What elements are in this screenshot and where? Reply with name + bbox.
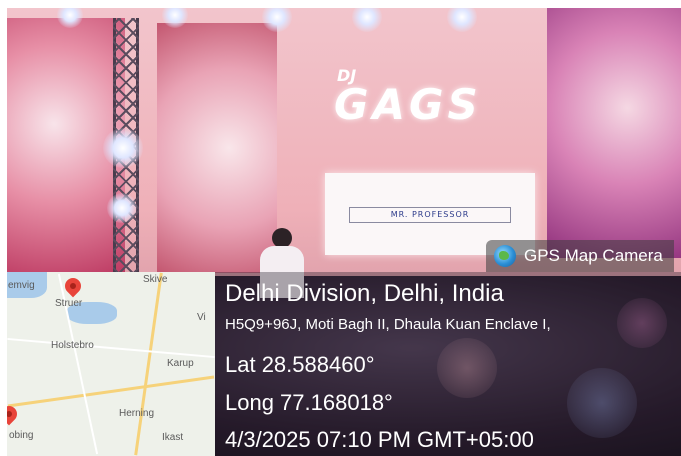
led-screen-right (547, 8, 681, 258)
map-place-label: Karup (167, 358, 194, 369)
stage-light (447, 8, 477, 32)
map-place-label: emvig (8, 280, 35, 291)
highway (134, 272, 163, 456)
stage-light (352, 8, 382, 32)
map-place-label: Holstebro (51, 340, 94, 351)
map-place-label: Ikast (162, 432, 184, 443)
stage-light (107, 193, 137, 223)
location-info-panel: Delhi Division, Delhi, India H5Q9+96J, M… (215, 272, 681, 456)
badge-label: GPS Map Camera (524, 246, 663, 265)
latitude: Lat 28.588460° (225, 352, 375, 377)
longitude: Long 77.168018° (225, 390, 393, 415)
location-pin-icon (61, 274, 85, 298)
highway (7, 375, 215, 408)
globe-icon (494, 245, 516, 267)
map-place-label: Herning (119, 408, 155, 419)
timestamp: 4/3/2025 07:10 PM GMT+05:00 (225, 427, 534, 452)
road (7, 337, 215, 359)
stage-light (103, 128, 143, 168)
stage-light (262, 8, 292, 32)
gps-map-camera-badge: GPS Map Camera (486, 240, 674, 272)
map-place-label: Struer (55, 298, 83, 309)
location-title: Delhi Division, Delhi, India (225, 280, 504, 307)
map-place-label: obing (9, 430, 34, 441)
banner-text: MR. PROFESSOR (349, 207, 511, 223)
map-place-label: Vi (197, 312, 206, 323)
dj-logo: GAGS (334, 80, 482, 129)
map-thumbnail[interactable]: Skive emvig Struer Holstebro Vi Karup He… (7, 272, 215, 456)
location-address: H5Q9+96J, Moti Bagh II, Dhaula Kuan Encl… (225, 316, 551, 333)
map-place-label: Skive (143, 274, 168, 285)
